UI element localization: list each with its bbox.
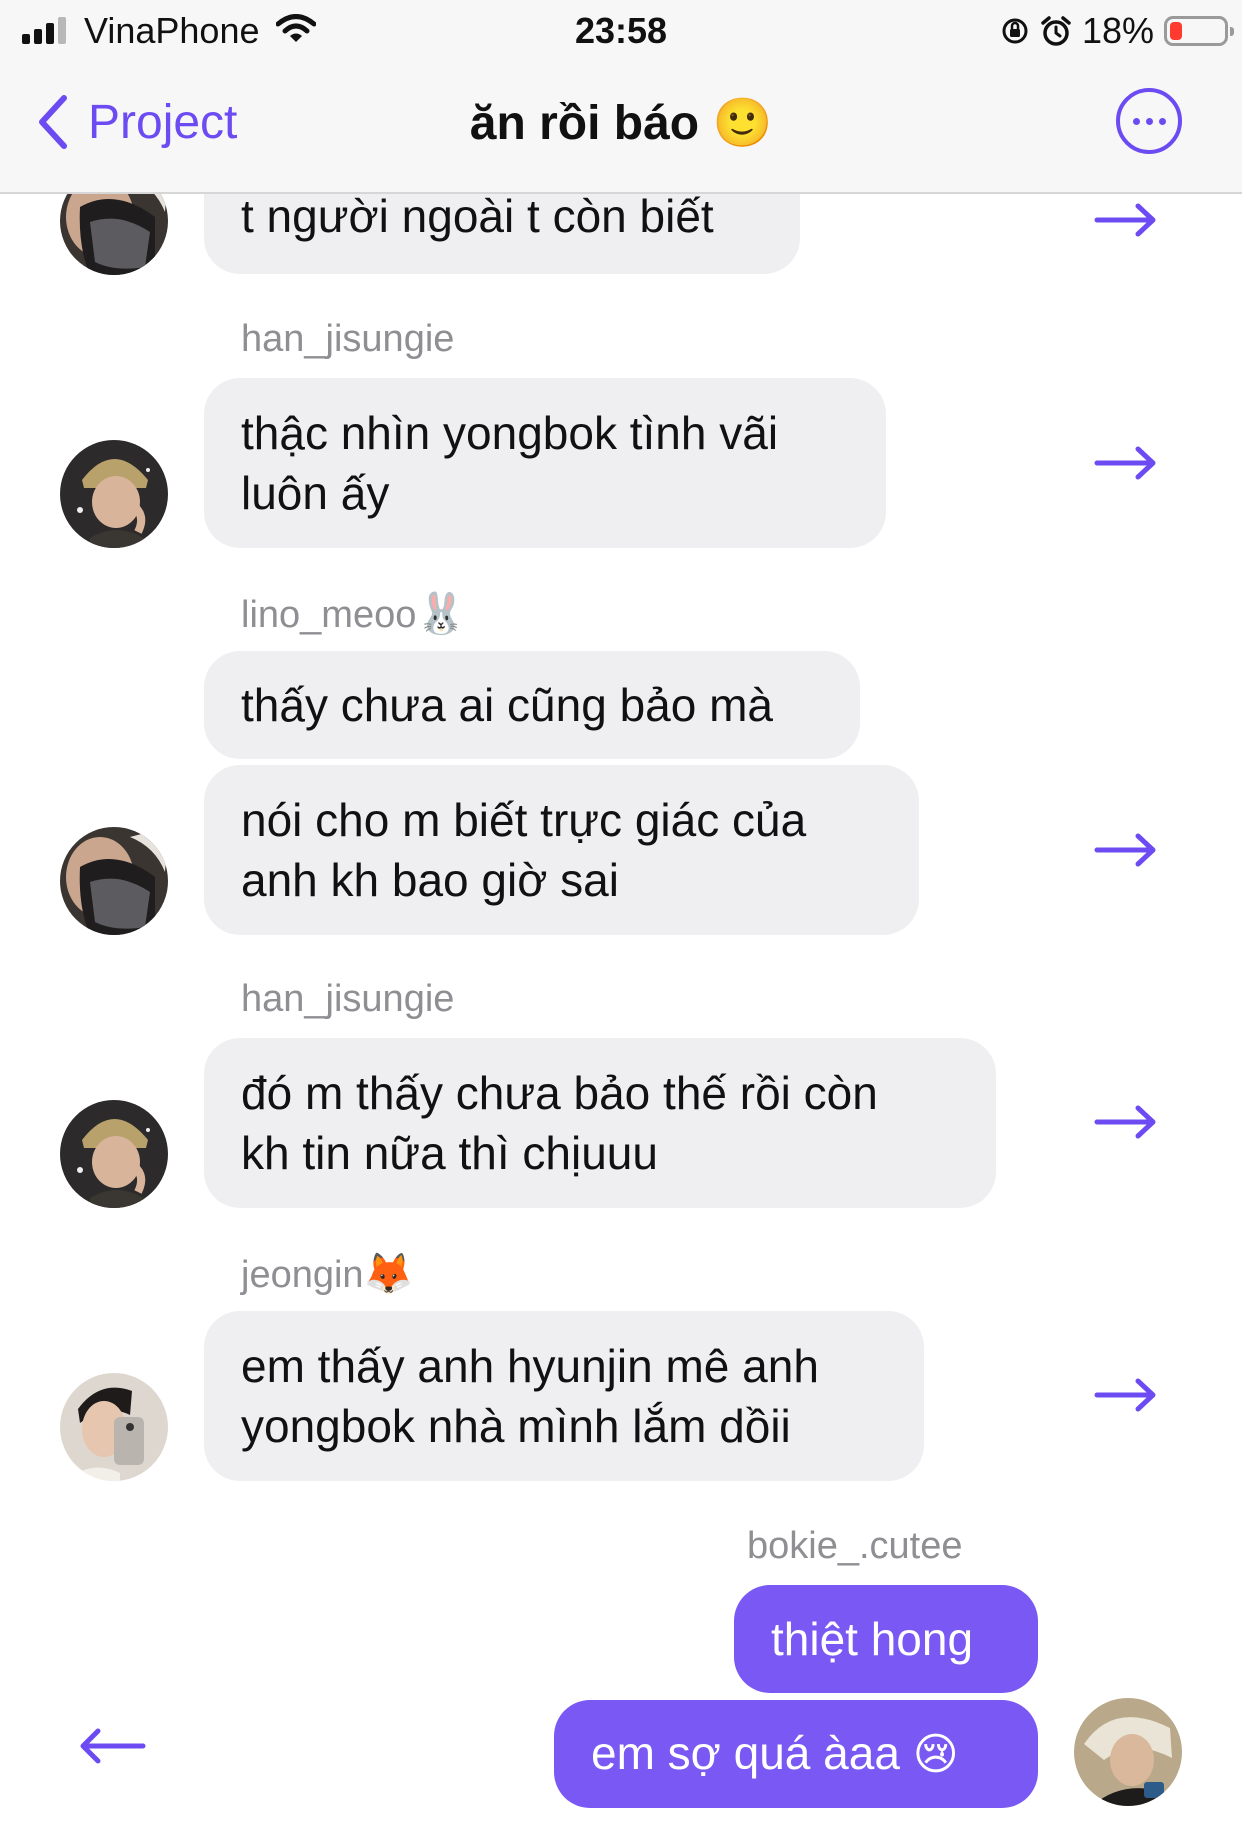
message-bubble[interactable]: thấy chưa ai cũng bảo mà	[204, 651, 860, 759]
message-line: yongbok nhà mình lắm dồii	[241, 1400, 791, 1452]
avatar-beanie-person[interactable]	[60, 440, 168, 548]
message-line: em sợ quá àaa 😢	[591, 1723, 1001, 1785]
sender-name: han_jisungie	[241, 978, 455, 1020]
message-text: em sợ quá àaa	[591, 1727, 900, 1779]
message-line: t người ngoài t còn biết	[241, 190, 714, 242]
message-line: anh kh bao giờ sai	[241, 854, 619, 906]
sender-name: han_jisungie	[241, 318, 455, 360]
sender-name-text: jeongin	[241, 1254, 364, 1296]
fox-emoji: 🦊	[363, 1251, 414, 1297]
share-arrow-icon[interactable]	[1094, 1377, 1158, 1413]
avatar-masked-person[interactable]	[60, 827, 168, 935]
navigation-bar: Project ăn rồi báo 🙂	[0, 62, 1242, 194]
avatar-selfie-person[interactable]	[60, 1373, 168, 1481]
rabbit-emoji: 🐰	[416, 591, 467, 637]
my-message-bubble[interactable]: em sợ quá àaa 😢	[554, 1700, 1038, 1808]
more-options-button[interactable]	[1116, 88, 1182, 154]
more-dot	[1158, 117, 1166, 125]
crying-emoji: 😢	[912, 1729, 959, 1780]
my-message-bubble[interactable]: thiệt hong	[734, 1585, 1038, 1693]
message-line: nói cho m biết trực giác của	[241, 794, 807, 846]
message-bubble[interactable]: em thấy anh hyunjin mê anh yongbok nhà m…	[204, 1311, 924, 1481]
sender-name-text: lino_meoo	[241, 594, 417, 636]
back-button[interactable]: Project	[36, 94, 237, 150]
sender-name: jeongin🦊	[241, 1250, 413, 1297]
chevron-left-icon	[39, 95, 67, 149]
chat-title-text: ăn rồi báo	[469, 97, 700, 150]
avatar-beanie-person[interactable]	[60, 1100, 168, 1208]
message-line: thấy chưa ai cũng bảo mà	[241, 679, 774, 731]
avatar-blond-person[interactable]	[1074, 1698, 1182, 1806]
sender-name: lino_meoo🐰	[241, 590, 466, 637]
back-button-label: Project	[88, 95, 238, 149]
message-line: đó m thấy chưa bảo thế rồi còn	[241, 1067, 878, 1119]
message-line: em thấy anh hyunjin mê anh	[241, 1340, 819, 1392]
share-arrow-icon[interactable]	[1094, 202, 1158, 238]
smiley-emoji: 🙂	[712, 95, 773, 151]
share-arrow-icon[interactable]	[1094, 832, 1158, 868]
share-arrow-icon[interactable]	[1094, 445, 1158, 481]
share-arrow-icon[interactable]	[1094, 1104, 1158, 1140]
message-bubble[interactable]: thậc nhìn yongbok tình vãi luôn ấy	[204, 378, 886, 548]
more-dot	[1145, 117, 1153, 125]
message-line: thậc nhìn yongbok tình vãi	[241, 407, 779, 459]
more-dot	[1132, 117, 1140, 125]
message-bubble[interactable]: đó m thấy chưa bảo thế rồi còn kh tin nữ…	[204, 1038, 996, 1208]
message-line: kh tin nữa thì chịuuu	[241, 1127, 658, 1179]
scroll-back-arrow-icon[interactable]	[78, 1726, 146, 1766]
message-list[interactable]: t người ngoài t còn biết han_jisungie th…	[0, 0, 1242, 1829]
message-bubble[interactable]: nói cho m biết trực giác của anh kh bao …	[204, 765, 919, 935]
message-line: luôn ấy	[241, 467, 390, 519]
my-sender-name: bokie_.cutee	[747, 1525, 963, 1567]
message-line: thiệt hong	[771, 1613, 974, 1665]
